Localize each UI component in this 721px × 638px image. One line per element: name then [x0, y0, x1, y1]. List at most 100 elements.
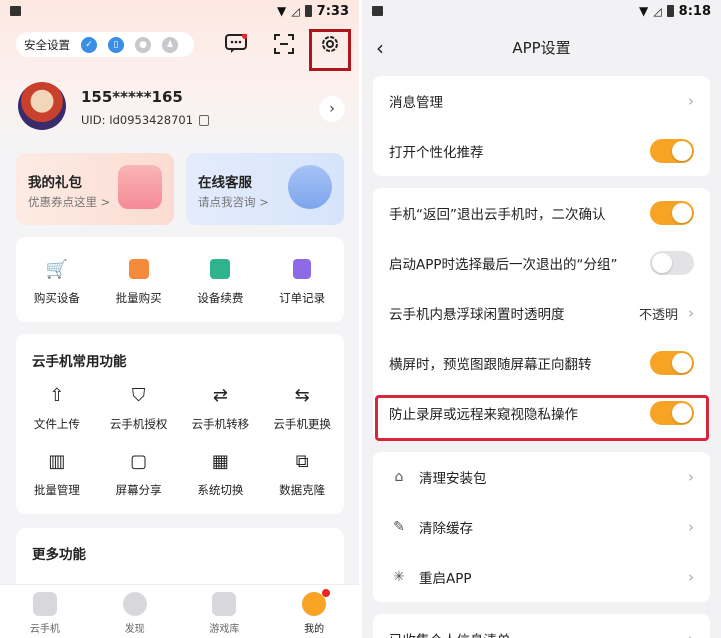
- cloud-replace-label: 云手机更换: [273, 417, 331, 431]
- personalized-recommend-row: 打开个性化推荐: [373, 126, 710, 176]
- profile-arrow-button[interactable]: ›: [319, 96, 345, 122]
- loading-spinner-icon: ✳: [393, 569, 405, 585]
- battery-icon: [666, 5, 674, 17]
- renew-device-button[interactable]: 设备续费: [180, 256, 262, 306]
- service-card-title: 在线客服: [198, 175, 252, 191]
- settings-group-1: 消息管理 › 打开个性化推荐: [373, 76, 710, 176]
- tab-mine[interactable]: 我的: [269, 585, 359, 638]
- last-group-toggle[interactable]: [650, 251, 694, 275]
- cloud-replace-button[interactable]: ⇆ 云手机更换: [261, 382, 343, 432]
- status-bar: ▼ ◿ 8:18: [362, 0, 721, 22]
- bulk-buy-label: 批量购买: [115, 291, 162, 305]
- clear-cache-row[interactable]: ✎ 清除缓存 ›: [373, 502, 710, 552]
- chevron-right-icon: ›: [688, 92, 694, 110]
- shield-check-icon: ✓: [81, 36, 97, 53]
- tab-cloud-phone[interactable]: 云手机: [0, 585, 90, 638]
- message-icon[interactable]: [225, 33, 247, 55]
- float-ball-opacity-label: 云手机内悬浮球闲置时透明度: [389, 307, 565, 323]
- screen-share-button[interactable]: ▢ 屏幕分享: [98, 448, 180, 498]
- screen-share-label: 屏幕分享: [115, 483, 162, 497]
- status-time: 7:33: [316, 3, 349, 19]
- cloud-transfer-label: 云手机转移: [191, 417, 250, 431]
- personalized-recommend-label: 打开个性化推荐: [389, 145, 484, 161]
- avatar[interactable]: [18, 82, 66, 130]
- cloud-auth-button[interactable]: ⛉ 云手机授权: [98, 382, 180, 432]
- tab-game-library-label: 游戏库: [209, 624, 240, 635]
- data-clone-icon: ⧉: [295, 450, 309, 472]
- chevron-right-icon: ›: [688, 518, 694, 536]
- common-functions-title: 云手机常用功能: [32, 354, 127, 370]
- personalized-recommend-toggle[interactable]: [650, 139, 694, 163]
- profile-phone: 155*****165: [81, 88, 183, 106]
- service-card[interactable]: 在线客服 请点我咨询 >: [186, 153, 344, 225]
- landscape-flip-toggle[interactable]: [650, 351, 694, 375]
- profile-uid: UID: Id0953428701: [81, 113, 194, 127]
- restart-app-row[interactable]: ✳ 重启APP ›: [373, 552, 710, 602]
- status-time: 8:18: [678, 3, 711, 19]
- brush-icon: ✎: [393, 519, 405, 535]
- clean-package-row[interactable]: ⌂ 清理安装包 ›: [373, 452, 710, 502]
- service-card-subtitle: 请点我咨询 >: [198, 195, 269, 209]
- back-exit-confirm-toggle[interactable]: [650, 201, 694, 225]
- copy-icon[interactable]: [199, 114, 210, 126]
- security-settings-pill[interactable]: 安全设置 ✓ ▯ ● ♟: [16, 32, 194, 57]
- settings-highlight-box: [309, 29, 351, 71]
- landscape-flip-label: 横屏时，预览图跟随屏幕正向翻转: [389, 357, 592, 373]
- clean-package-label: 清理安装包: [419, 471, 487, 487]
- buy-device-button[interactable]: 🛒 购买设备: [16, 256, 98, 306]
- cloud-auth-label: 云手机授权: [109, 417, 168, 431]
- data-clone-button[interactable]: ⧉ 数据克隆: [261, 448, 343, 498]
- file-upload-label: 文件上传: [33, 417, 80, 431]
- cloud-transfer-button[interactable]: ⇄ 云手机转移: [180, 382, 262, 432]
- upload-cloud-icon: ⇧: [49, 384, 65, 406]
- personal-info-list-label: 已收集个人信息清单: [389, 629, 511, 638]
- float-ball-opacity-row[interactable]: 云手机内悬浮球闲置时透明度 不透明 ›: [373, 288, 710, 338]
- common-functions-row-1: ⇧ 文件上传 ⛉ 云手机授权 ⇄ 云手机转移 ⇆ 云手机更换: [16, 382, 343, 432]
- order-records-label: 订单记录: [279, 291, 326, 305]
- buy-device-label: 购买设备: [33, 291, 80, 305]
- tab-discover[interactable]: 发现: [90, 585, 180, 638]
- app-settings-screen: ▼ ◿ 8:18 ‹ APP设置 消息管理 › 打开个性化推荐 手机“返回”退出…: [362, 0, 721, 638]
- personal-info-list-row[interactable]: 已收集个人信息清单 ›: [373, 614, 710, 638]
- signal-icon: ◿: [653, 4, 662, 18]
- signal-icon: ◿: [291, 4, 300, 18]
- broom-icon: ⌂: [394, 469, 404, 485]
- battery-icon: [304, 5, 312, 17]
- scan-icon[interactable]: [273, 33, 295, 55]
- discover-icon: [122, 592, 147, 616]
- chevron-right-icon: ›: [688, 568, 694, 586]
- cart-icon: 🛒: [45, 258, 69, 280]
- settings-group-3: ⌂ 清理安装包 › ✎ 清除缓存 › ✳ 重启APP ›: [373, 452, 710, 602]
- wifi-icon: ▼: [638, 4, 649, 18]
- order-records-button[interactable]: 订单记录: [261, 256, 343, 306]
- batch-manage-button[interactable]: ▥ 批量管理: [16, 448, 98, 498]
- bulk-buy-button[interactable]: 批量购买: [98, 256, 180, 306]
- tab-cloud-phone-label: 云手机: [29, 624, 60, 635]
- quick-actions-row: 🛒 购买设备 批量购买 设备续费 订单记录: [16, 256, 343, 306]
- file-upload-button[interactable]: ⇧ 文件上传: [16, 382, 98, 432]
- bottom-tab-bar: 云手机 发现 游戏库 我的: [0, 584, 359, 638]
- renew-icon: [207, 256, 233, 282]
- authorize-shield-icon: ⛉: [131, 384, 146, 406]
- float-ball-opacity-value: 不透明: [638, 307, 678, 323]
- back-exit-confirm-label: 手机“返回”退出云手机时，二次确认: [389, 207, 606, 223]
- message-management-row[interactable]: 消息管理 ›: [373, 76, 710, 126]
- gift-card-title: 我的礼包: [28, 175, 82, 191]
- system-switch-icon: ▦: [211, 450, 229, 472]
- cloud-phone-icon: [32, 592, 57, 616]
- chat-bubble-icon: [288, 165, 332, 209]
- last-group-label: 启动APP时选择最后一次退出的“分组”: [389, 257, 618, 273]
- transfer-icon: ⇄: [212, 384, 228, 406]
- landscape-flip-row: 横屏时，预览图跟随屏幕正向翻转: [373, 338, 710, 388]
- settings-group-4: 已收集个人信息清单 ›: [373, 614, 710, 638]
- system-switch-button[interactable]: ▦ 系统切换: [180, 448, 262, 498]
- tab-game-library[interactable]: 游戏库: [180, 585, 270, 638]
- mine-icon: [302, 589, 331, 616]
- restart-app-label: 重启APP: [419, 571, 472, 587]
- wechat-icon: ●: [135, 36, 151, 53]
- security-settings-label: 安全设置: [24, 37, 70, 52]
- gift-card[interactable]: 我的礼包 优惠券点这里 >: [16, 153, 174, 225]
- gift-box-icon: [118, 165, 162, 209]
- profile-uid-row: UID: Id0953428701: [81, 113, 210, 127]
- gamepad-icon: [212, 592, 237, 616]
